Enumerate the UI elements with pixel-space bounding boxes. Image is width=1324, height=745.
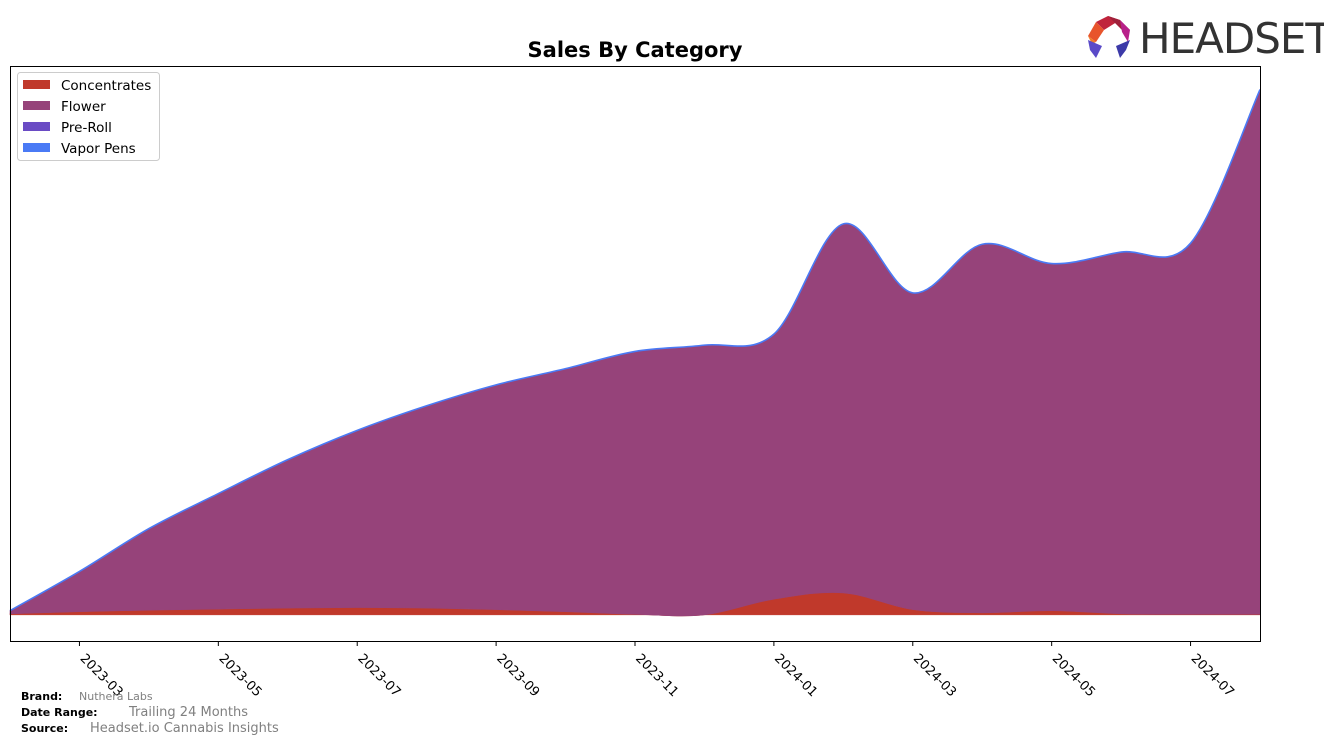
brand-value: Nuthera Labs [79, 690, 153, 703]
x-tick-label: 2023-07 [354, 651, 403, 700]
source-label: Source: [21, 722, 69, 735]
brand-label: Brand: [21, 690, 63, 703]
legend-swatch-flower [23, 101, 50, 110]
headset-logo: HEADSET [1088, 14, 1324, 63]
legend-swatch-pre-roll [23, 122, 50, 131]
headset-logo-icon [1088, 16, 1130, 58]
x-tick-label: 2023-09 [493, 651, 542, 700]
chart-title: Sales By Category [528, 38, 743, 62]
source-value: Headset.io Cannabis Insights [90, 721, 279, 736]
x-axis: 2023-03 2023-05 2023-07 2023-09 2023-11 2024-… [77, 641, 1237, 700]
area-layer [9, 89, 1261, 617]
legend-label-pre-roll: Pre-Roll [61, 120, 112, 136]
legend-label-concentrates: Concentrates [61, 78, 151, 94]
x-tick-label: 2023-05 [216, 651, 265, 700]
x-tick-label: 2024-05 [1049, 651, 1098, 700]
x-tick-label: 2024-03 [910, 651, 959, 700]
legend-swatch-vapor-pens [23, 143, 50, 152]
headset-logo-text: HEADSET [1139, 14, 1324, 63]
date-range-label: Date Range: [21, 706, 98, 719]
legend-swatch-concentrates [23, 80, 50, 89]
legend: Concentrates Flower Pre-Roll Vapor Pens [17, 72, 160, 161]
date-range-value: Trailing 24 Months [129, 705, 248, 720]
footer-date-range: Date Range: Trailing 24 Months [21, 705, 248, 720]
footer-brand: Brand: Nuthera Labs [21, 690, 153, 703]
legend-label-vapor-pens: Vapor Pens [61, 141, 136, 157]
chart: Sales By Category 2023-03 2023-05 2023-07 2… [9, 14, 1324, 700]
legend-label-flower: Flower [61, 99, 106, 115]
area-flower [9, 89, 1261, 617]
footer-source: Source: Headset.io Cannabis Insights [21, 721, 279, 736]
x-tick-label: 2024-07 [1188, 651, 1237, 700]
x-tick-label: 2024-01 [771, 651, 820, 700]
x-tick-label: 2023-11 [632, 651, 681, 700]
